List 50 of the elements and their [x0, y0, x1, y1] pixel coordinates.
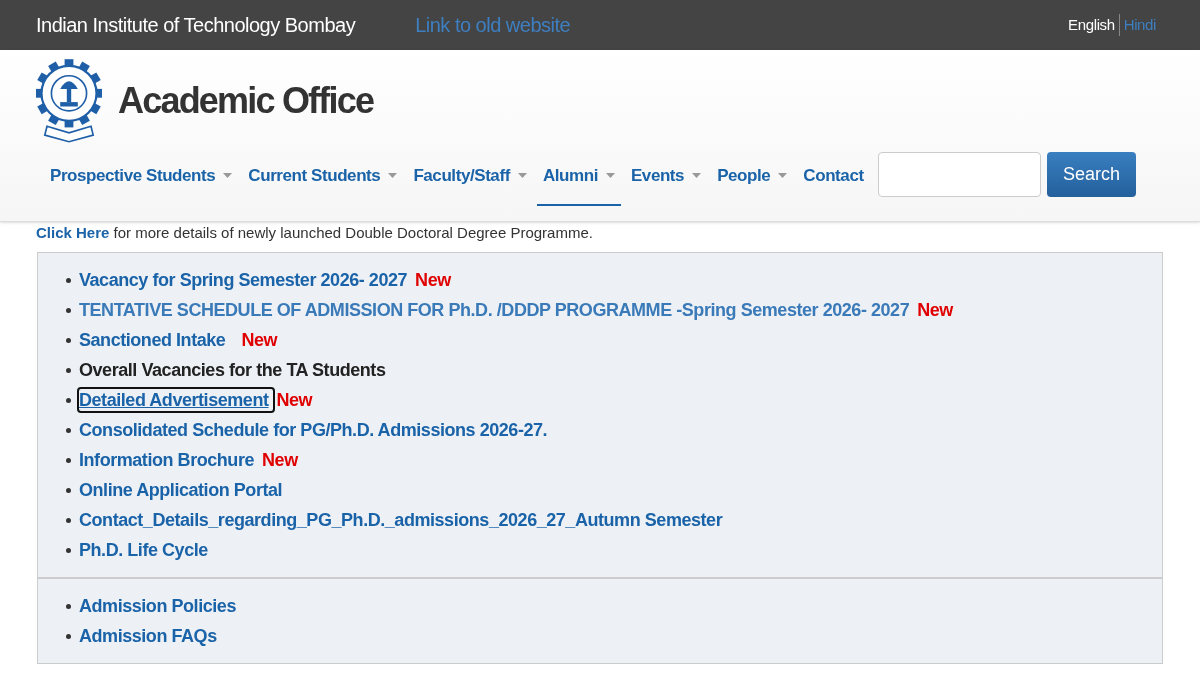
admission-link[interactable]: Admission Policies [79, 595, 236, 617]
bullet-icon [66, 337, 71, 343]
logo-icon [36, 58, 102, 144]
bullet-icon [66, 367, 71, 373]
bullet-icon [66, 397, 71, 403]
new-label: New [415, 268, 451, 292]
admission-link[interactable]: Admission FAQs [79, 625, 217, 647]
admission-link[interactable]: Vacancy for Spring Semester 2026- 2027 [79, 269, 408, 291]
caret-icon [517, 173, 527, 178]
bullet-icon [66, 277, 71, 283]
bullet-icon [66, 603, 71, 609]
new-label: New [917, 298, 953, 322]
nav-tab[interactable]: Faculty/Staff [407, 154, 533, 207]
bullet-icon [66, 427, 71, 433]
site-title: Academic Office [118, 79, 374, 123]
admission-link[interactable]: Sanctioned Intake [79, 329, 226, 351]
admission-link[interactable]: Information Brochure [79, 449, 254, 471]
bullet-icon [66, 307, 71, 313]
caret-icon [223, 173, 233, 178]
nav-tab[interactable]: Events [624, 154, 708, 207]
search-button[interactable]: Search [1046, 152, 1136, 197]
notice-text: Click Here for more details of newly launched Double Doctoral Degree Programme. [36, 224, 594, 242]
nav-tab[interactable]: Prospective Students [44, 154, 239, 207]
bullet-icon [66, 633, 71, 639]
institute-name: Indian Institute of Technology Bombay [36, 13, 356, 38]
caret-icon [778, 173, 788, 178]
nav-tab[interactable]: People [711, 154, 794, 207]
new-label: New [241, 328, 278, 352]
new-label: New [262, 448, 298, 472]
admission-link[interactable]: Ph.D. Life Cycle [79, 539, 208, 561]
nav-tab[interactable]: Contact [797, 154, 870, 207]
caret-icon [692, 173, 702, 178]
admission-link[interactable]: Contact_Details_regarding_PG_Ph.D._admissions_2026_27_Autumn Semester [79, 509, 723, 531]
admission-link[interactable]: Online Application Portal [79, 479, 283, 501]
bullet-icon [66, 547, 71, 553]
admission-link[interactable]: TENTATIVE SCHEDULE OF ADMISSION FOR Ph.D. /DDDP PROGRAMME -Spring Semester 2026- 2027 [79, 299, 910, 321]
caret-icon [388, 173, 398, 178]
bullet-icon [66, 487, 71, 493]
bullet-icon [66, 457, 71, 463]
caret-icon [605, 173, 615, 178]
admission-text: Overall Vacancies for the TA Students [79, 358, 386, 382]
nav-tab[interactable]: Alumni [536, 154, 621, 207]
search-field[interactable] [877, 152, 1041, 197]
bullet-icon [66, 517, 71, 523]
click-here-link[interactable]: Click Here [36, 224, 110, 241]
admission-link[interactable]: Consolidated Schedule for PG/Ph.D. Admissions 2026-27. [79, 419, 548, 441]
new-label: New [276, 388, 313, 412]
language-link[interactable]: English [1068, 13, 1115, 37]
admission-link[interactable]: Detailed Advertisement [79, 389, 273, 411]
nav-tab[interactable]: Current Students [242, 154, 404, 207]
